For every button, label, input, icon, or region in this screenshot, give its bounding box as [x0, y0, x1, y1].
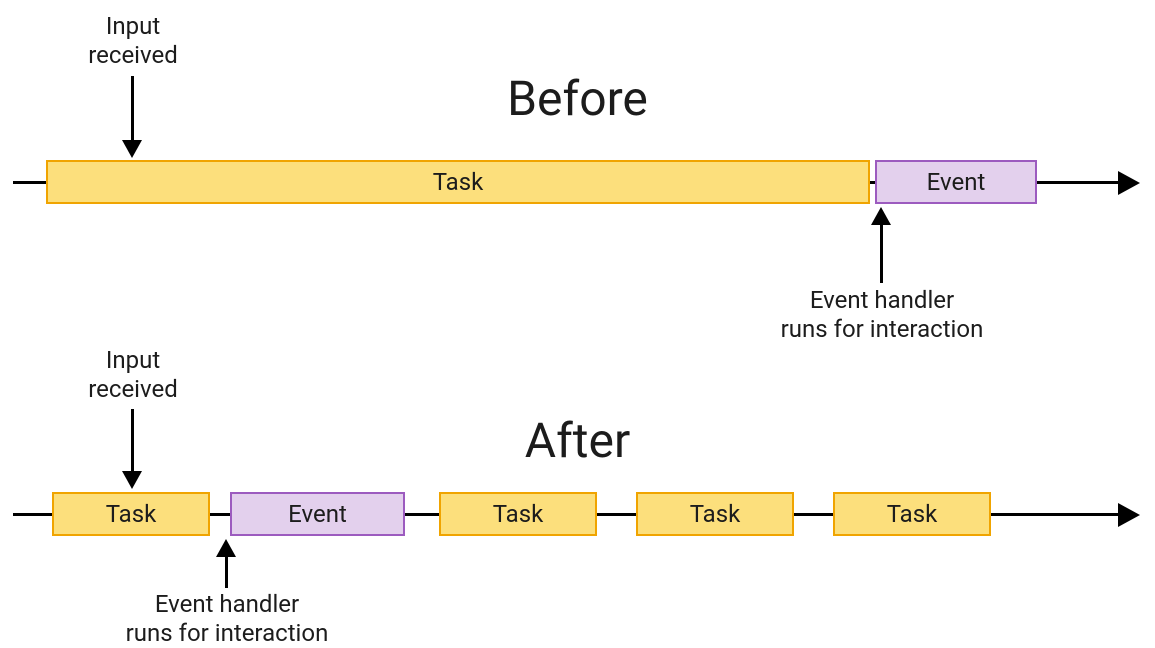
before-handler-annotation: Event handler runs for interaction: [777, 286, 987, 344]
after-handler-text-l2: runs for interaction: [126, 619, 329, 647]
after-event-label: Event: [288, 500, 347, 528]
before-input-text-l1: Input: [106, 12, 160, 40]
before-heading: Before: [0, 70, 1155, 127]
diagram-canvas: Before Task Event Input received Event h…: [0, 0, 1155, 647]
after-task-label-2: Task: [493, 500, 544, 528]
before-input-arrow-line: [131, 76, 134, 142]
after-input-text-l1: Input: [106, 346, 160, 374]
before-event-block: Event: [875, 160, 1037, 204]
before-handler-text-l2: runs for interaction: [781, 315, 984, 343]
before-event-label: Event: [927, 168, 986, 196]
after-input-arrow-head: [122, 471, 142, 489]
after-input-text-l2: received: [88, 375, 178, 403]
before-input-text-l2: received: [88, 41, 178, 69]
before-handler-text-l1: Event handler: [810, 286, 954, 314]
after-heading: After: [0, 412, 1155, 469]
after-handler-arrow-line: [225, 555, 228, 588]
before-axis-arrowhead: [1118, 171, 1140, 195]
after-task-block-3: Task: [636, 492, 794, 536]
before-input-arrow-head: [122, 140, 142, 158]
after-task-label-4: Task: [887, 500, 938, 528]
after-task-block-1: Task: [52, 492, 210, 536]
after-task-block-2: Task: [439, 492, 597, 536]
after-input-annotation: Input received: [86, 346, 180, 404]
after-task-label-3: Task: [690, 500, 741, 528]
before-input-annotation: Input received: [86, 12, 180, 70]
after-event-block: Event: [230, 492, 405, 536]
before-handler-arrow-line: [880, 223, 883, 283]
after-input-arrow-line: [131, 409, 134, 473]
after-task-block-4: Task: [833, 492, 991, 536]
after-task-label-1: Task: [106, 500, 157, 528]
before-task-block: Task: [46, 160, 870, 204]
after-axis-arrowhead: [1118, 503, 1140, 527]
after-handler-text-l1: Event handler: [155, 590, 299, 618]
after-handler-annotation: Event handler runs for interaction: [122, 590, 332, 648]
before-task-label: Task: [433, 168, 484, 196]
